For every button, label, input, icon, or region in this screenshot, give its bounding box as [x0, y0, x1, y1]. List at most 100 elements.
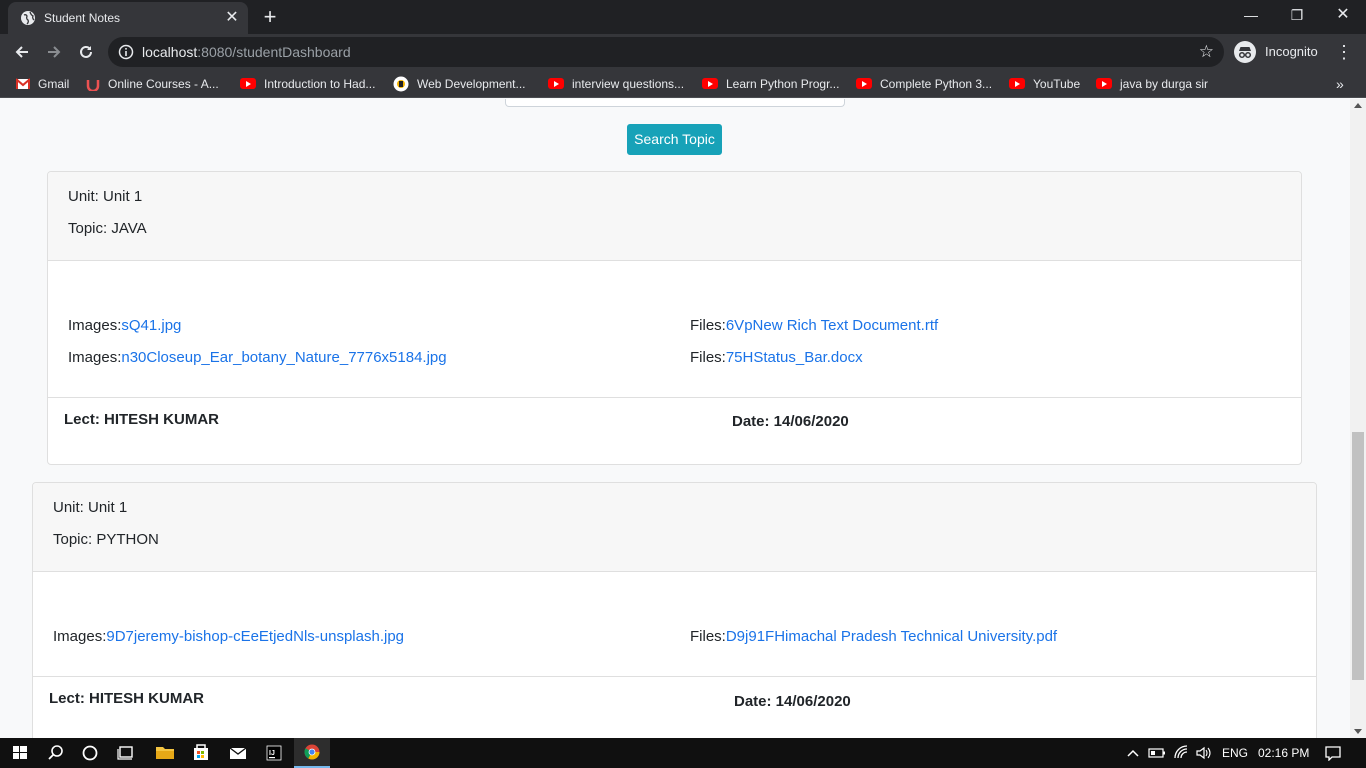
new-tab-button[interactable]: +	[258, 5, 282, 29]
bookmark-complete-python[interactable]: Complete Python 3...	[856, 75, 992, 93]
back-button[interactable]	[8, 38, 36, 66]
bookmark-label: Complete Python 3...	[880, 77, 993, 91]
lecturer-name: Lect: HITESH KUMAR	[49, 690, 205, 707]
bookmark-star-icon[interactable]: ☆	[1199, 42, 1214, 62]
scroll-down-icon[interactable]	[1354, 729, 1362, 734]
note-card-footer: Lect: HITESH KUMAR Date: 14/06/2020	[48, 397, 1301, 465]
note-topic: Topic: JAVA	[68, 220, 147, 237]
start-button[interactable]	[2, 738, 38, 768]
incognito-icon	[1234, 41, 1256, 63]
image-entry: Images:9D7jeremy-bishop-cEeEtjedNls-unsp…	[53, 627, 404, 647]
youtube-icon	[702, 78, 718, 90]
bookmark-youtube[interactable]: YouTube	[1009, 75, 1080, 93]
bookmark-interview[interactable]: interview questions...	[548, 75, 684, 93]
bookmark-label: interview questions...	[572, 77, 685, 91]
bookmark-web-development[interactable]: Web Development...	[393, 75, 526, 93]
taskbar-mail[interactable]	[220, 738, 256, 768]
bookmark-label: java by durga sir	[1120, 77, 1209, 91]
web-icon	[393, 76, 409, 92]
note-topic: Topic: PYTHON	[53, 531, 159, 548]
image-entry: Images:sQ41.jpg	[68, 316, 181, 336]
image-label: Images:	[53, 628, 107, 645]
image-link[interactable]: n30Closeup_Ear_botany_Nature_7776x5184.j…	[121, 349, 446, 366]
url-text: localhost:8080/studentDashboard	[142, 44, 351, 60]
reload-button[interactable]	[72, 38, 100, 66]
bookmark-gmail[interactable]: Gmail	[16, 75, 69, 93]
note-date: Date: 14/06/2020	[732, 413, 849, 430]
battery-icon[interactable]	[1148, 745, 1166, 761]
minimize-button[interactable]: —	[1228, 0, 1274, 30]
scroll-up-icon[interactable]	[1354, 103, 1362, 108]
bookmark-label: Gmail	[38, 77, 70, 91]
youtube-icon	[240, 78, 256, 90]
more-options-icon[interactable]: ⋮	[1334, 42, 1354, 62]
url-path: :8080/studentDashboard	[197, 44, 351, 60]
search-topic-button[interactable]: Search Topic	[627, 124, 722, 155]
note-unit: Unit: Unit 1	[53, 499, 128, 516]
youtube-icon	[548, 78, 564, 90]
file-link[interactable]: 75HStatus_Bar.docx	[726, 349, 863, 366]
note-card: Unit: Unit 1 Topic: JAVA Images:sQ41.jpg…	[47, 171, 1302, 465]
file-label: Files:	[690, 349, 726, 366]
search-button[interactable]	[38, 738, 74, 768]
note-card-footer: Lect: HITESH KUMAR Date: 14/06/2020	[33, 676, 1316, 738]
bookmark-hadoop[interactable]: Introduction to Had...	[240, 75, 375, 93]
file-entry: Files:6VpNew Rich Text Document.rtf	[690, 316, 938, 336]
bookmark-udemy[interactable]: Online Courses - A...	[86, 75, 219, 93]
arrow-right-icon	[48, 46, 61, 58]
image-entry: Images:n30Closeup_Ear_botany_Nature_7776…	[68, 348, 447, 368]
bookmark-java-durga[interactable]: java by durga sir	[1096, 75, 1208, 93]
url-host: localhost	[142, 44, 198, 60]
lecturer-name: Lect: HITESH KUMAR	[64, 411, 220, 428]
task-view-button[interactable]	[108, 738, 144, 768]
volume-icon[interactable]	[1195, 745, 1213, 761]
search-icon	[48, 745, 63, 760]
page-scrollbar[interactable]	[1350, 99, 1366, 738]
taskbar-chrome[interactable]	[294, 738, 330, 768]
restore-button[interactable]: ❐	[1274, 0, 1320, 30]
bookmark-label: Web Development...	[417, 77, 526, 91]
tab-close-icon[interactable]: ✕	[222, 8, 242, 28]
taskbar-store[interactable]	[183, 738, 219, 768]
udemy-icon	[86, 79, 100, 91]
svg-text:IJ: IJ	[269, 750, 275, 757]
info-icon[interactable]	[118, 44, 134, 60]
incognito-label: Incognito	[1265, 44, 1318, 59]
file-link[interactable]: D9j91FHimachal Pradesh Technical Univers…	[726, 628, 1057, 645]
browser-tab[interactable]: Student Notes ✕	[8, 2, 248, 34]
file-label: Files:	[690, 628, 726, 645]
note-unit: Unit: Unit 1	[68, 188, 143, 205]
cortana-button[interactable]	[72, 738, 108, 768]
note-card-header: Unit: Unit 1 Topic: PYTHON	[33, 483, 1316, 572]
image-label: Images:	[68, 317, 122, 334]
tray-overflow-icon[interactable]	[1126, 745, 1140, 761]
browser-tab-strip: Student Notes ✕ + — ❐ ✕	[0, 0, 1366, 34]
search-input[interactable]	[505, 99, 845, 107]
forward-button[interactable]	[40, 38, 68, 66]
taskbar-intellij[interactable]: IJ	[256, 738, 292, 768]
youtube-icon	[856, 78, 872, 90]
image-link[interactable]: 9D7jeremy-bishop-cEeEtjedNls-unsplash.jp…	[106, 628, 404, 645]
bookmark-label: Introduction to Had...	[264, 77, 376, 91]
page-viewport: Search Topic Unit: Unit 1 Topic: JAVA Im…	[0, 99, 1350, 738]
notifications-icon[interactable]	[1324, 745, 1342, 762]
address-bar[interactable]: localhost:8080/studentDashboard ☆	[108, 37, 1224, 67]
image-label: Images:	[68, 349, 122, 366]
windows-taskbar: IJ ENG 02:16 PM	[0, 738, 1366, 768]
cortana-icon	[82, 745, 98, 761]
clock[interactable]: 02:16 PM	[1258, 745, 1309, 761]
file-link[interactable]: 6VpNew Rich Text Document.rtf	[726, 317, 938, 334]
wifi-icon[interactable]	[1173, 745, 1189, 761]
browser-toolbar: localhost:8080/studentDashboard ☆ Incogn…	[0, 34, 1366, 70]
reload-icon	[80, 45, 92, 58]
note-card: Unit: Unit 1 Topic: PYTHON Images:9D7jer…	[32, 482, 1317, 738]
close-window-button[interactable]: ✕	[1320, 0, 1366, 30]
bookmarks-overflow-icon[interactable]: »	[1336, 75, 1344, 93]
language-indicator[interactable]: ENG	[1222, 745, 1248, 761]
taskbar-file-explorer[interactable]	[147, 738, 183, 768]
bookmark-learn-python[interactable]: Learn Python Progr...	[702, 75, 839, 93]
file-label: Files:	[690, 317, 726, 334]
scrollbar-thumb[interactable]	[1352, 432, 1364, 680]
gmail-icon	[16, 78, 30, 89]
image-link[interactable]: sQ41.jpg	[121, 317, 181, 334]
